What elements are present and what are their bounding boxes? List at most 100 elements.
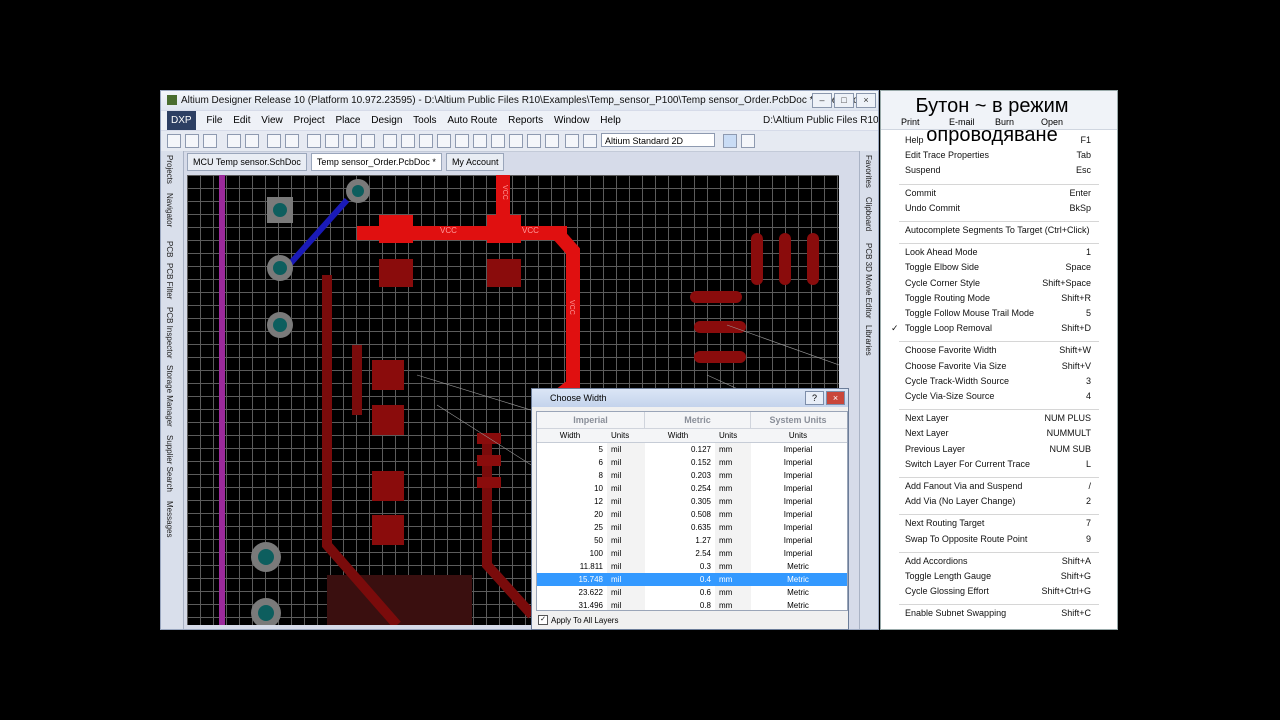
panel-pcb-3d-movie-editor[interactable]: PCB 3D Movie Editor [864,243,873,319]
panel-favorites[interactable]: Favorites [864,155,873,188]
panel-supplier-search[interactable]: Supplier Search [165,435,174,492]
menu-edit[interactable]: Edit [229,111,254,130]
zoom-check-icon[interactable] [361,134,375,148]
rubber-stamp-icon[interactable] [437,134,451,148]
context-menu-item[interactable]: Choose Favorite Width Shift+W [905,345,1091,355]
table-row[interactable]: 23.622 mil 0.6 mm Metric [537,586,847,599]
panel-clipboard[interactable]: Clipboard [864,197,873,231]
context-menu-item[interactable]: Swap To Opposite Route Point 9 [905,534,1091,544]
context-menu-item[interactable]: Look Ahead Mode 1 [905,247,1091,257]
context-menu-item[interactable]: Edit Trace Properties Tab [905,150,1091,160]
context-menu-item[interactable]: Cycle Glossing Effort Shift+Ctrl+G [905,586,1091,596]
tab-schdoc[interactable]: MCU Temp sensor.SchDoc [187,153,307,171]
table-row[interactable]: 15.748 mil 0.4 mm Metric [537,573,847,586]
width-grid[interactable]: Imperial Metric System Units Width Units… [536,411,848,611]
table-row[interactable]: 31.496 mil 0.8 mm Metric [537,599,847,610]
dialog-help-button[interactable]: ? [805,391,824,405]
table-row[interactable]: 6 mil 0.152 mm Imperial [537,456,847,469]
redo-icon[interactable] [545,134,559,148]
context-menu-item[interactable]: Autocomplete Segments To Target (Ctrl+Cl… [905,225,1091,235]
col-imperial-units[interactable]: Units [607,429,645,442]
col-system-units[interactable]: Units [751,429,845,442]
table-row[interactable]: 12 mil 0.305 mm Imperial [537,495,847,508]
new-icon[interactable] [167,134,181,148]
context-menu-item[interactable]: Toggle Elbow Side Space [905,262,1091,272]
dxp-menu[interactable]: DXP [167,111,196,130]
menu-window[interactable]: Window [550,111,594,130]
apply-all-checkbox[interactable]: ✓ [538,615,548,625]
table-row[interactable]: 50 mil 1.27 mm Imperial [537,534,847,547]
route-bus-icon[interactable] [741,134,755,148]
menu-help[interactable]: Help [596,111,625,130]
context-menu-item[interactable]: Cycle Track-Width Source 3 [905,376,1091,386]
layer-stack-icon[interactable] [583,134,597,148]
context-menu-item[interactable]: Toggle Follow Mouse Trail Mode 5 [905,308,1091,318]
table-row[interactable]: 5 mil 0.127 mm Imperial [537,443,847,456]
col-metric-units[interactable]: Units [715,429,751,442]
context-menu-item[interactable]: Suspend Esc [905,165,1091,175]
menu-tools[interactable]: Tools [409,111,440,130]
select-area-icon[interactable] [455,134,469,148]
table-row[interactable]: 10 mil 0.254 mm Imperial [537,482,847,495]
menu-view[interactable]: View [257,111,287,130]
context-menu-item[interactable]: Previous Layer NUM SUB [905,444,1091,454]
context-menu-item[interactable]: ✓ Toggle Loop Removal Shift+D [891,323,1091,333]
context-menu-item[interactable]: Next Layer NUMMULT [905,428,1091,438]
context-menu-item[interactable]: Enable Subnet Swapping Shift+C [905,608,1091,618]
menu-project[interactable]: Project [290,111,329,130]
menu-file[interactable]: File [202,111,226,130]
context-menu-item[interactable]: Switch Layer For Current Trace L [905,459,1091,469]
print-icon[interactable] [227,134,241,148]
zoom-fit-icon[interactable] [307,134,321,148]
context-menu-item[interactable]: Cycle Via-Size Source 4 [905,391,1091,401]
copy-icon[interactable] [401,134,415,148]
context-menu-item[interactable]: Toggle Length Gauge Shift+G [905,571,1091,581]
context-menu-item[interactable]: Undo Commit BkSp [905,203,1091,213]
undo-icon[interactable] [527,134,541,148]
table-row[interactable]: 11.811 mil 0.3 mm Metric [537,560,847,573]
context-menu-item[interactable]: Next Routing Target 7 [905,518,1091,528]
panel-pcb-filter[interactable]: PCB Filter [165,263,174,299]
context-menu-item[interactable]: Commit Enter [905,188,1091,198]
panel-projects[interactable]: Projects [165,155,174,184]
maximize-button[interactable]: □ [834,93,854,108]
table-row[interactable]: 25 mil 0.635 mm Imperial [537,521,847,534]
apply-all-layers[interactable]: ✓ Apply To All Layers [538,615,618,625]
cut-icon[interactable] [383,134,397,148]
menu-reports[interactable]: Reports [504,111,547,130]
preview-icon[interactable] [245,134,259,148]
col-metric-width[interactable]: Width [645,429,715,442]
tab-my-account[interactable]: My Account [445,153,505,171]
save-icon[interactable] [203,134,217,148]
menu-design[interactable]: Design [367,111,406,130]
close-button[interactable]: × [856,93,876,108]
context-menu-item[interactable]: Add Accordions Shift+A [905,556,1091,566]
zoom-select-icon[interactable] [343,134,357,148]
open-icon[interactable] [185,134,199,148]
board-icon[interactable] [285,134,299,148]
tab-pcbdoc[interactable]: Temp sensor_Order.PcbDoc * [310,153,442,171]
panel-navigator[interactable]: Navigator [165,193,174,227]
context-menu-item[interactable]: Choose Favorite Via Size Shift+V [905,361,1091,371]
context-menu-item[interactable]: Cycle Corner Style Shift+Space [905,278,1091,288]
dialog-close-button[interactable]: × [826,391,845,405]
panel-libraries[interactable]: Libraries [864,325,873,356]
clear-filter-icon[interactable] [509,134,523,148]
minimize-button[interactable]: – [812,93,832,108]
panel-pcb-inspector[interactable]: PCB Inspector [165,307,174,359]
zoom-area-icon[interactable] [325,134,339,148]
table-row[interactable]: 8 mil 0.203 mm Imperial [537,469,847,482]
deselect-icon[interactable] [491,134,505,148]
path-field[interactable]: D:\Altium Public Files R10\E [759,111,878,130]
paste-icon[interactable] [419,134,433,148]
context-menu-item[interactable]: Add Via (No Layer Change) 2 [905,496,1091,506]
panel-pcb[interactable]: PCB [165,241,174,257]
pencil-icon[interactable] [565,134,579,148]
view-config-select[interactable]: Altium Standard 2D [601,133,715,147]
context-menu-item[interactable]: Next Layer NUM PLUS [905,413,1091,423]
move-icon[interactable] [473,134,487,148]
context-menu-item[interactable]: Add Fanout Via and Suspend / [905,481,1091,491]
panel-storage-manager[interactable]: Storage Manager [165,365,174,427]
interactive-routing-icon[interactable] [723,134,737,148]
col-imperial-width[interactable]: Width [537,429,607,442]
